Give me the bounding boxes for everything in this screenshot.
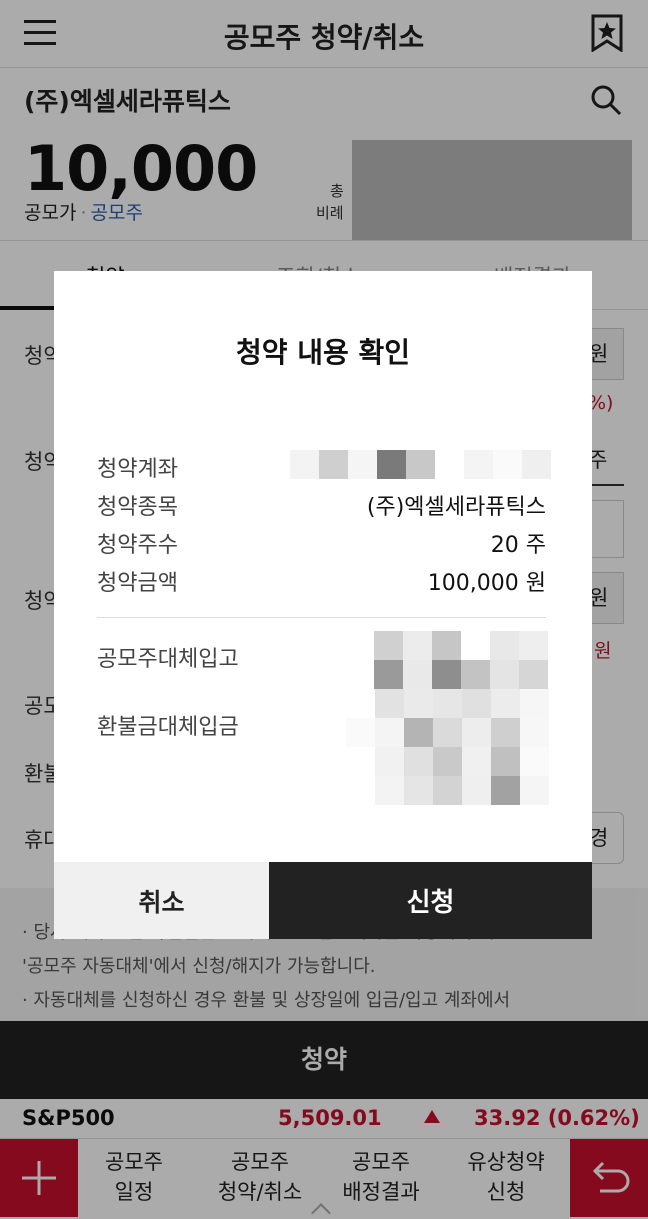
masked-refund-account xyxy=(346,689,549,805)
masked-account-number xyxy=(290,450,551,479)
dialog-title: 청약 내용 확인 xyxy=(235,336,411,369)
stock-label: 청약종목 xyxy=(97,495,178,520)
masked-transfer-account xyxy=(374,631,548,689)
divider xyxy=(97,617,546,618)
shares-label: 청약주수 xyxy=(97,533,178,558)
shares-value: 20 주 xyxy=(490,533,546,558)
account-label: 청약계좌 xyxy=(97,457,178,482)
share-transfer-label: 공모주대체입고 xyxy=(97,647,239,672)
confirm-dialog: 청약 내용 확인 청약계좌 청약종목 (주)엑셀세라퓨틱스 청약주수 20 주 … xyxy=(54,271,592,939)
apply-button[interactable]: 신청 xyxy=(269,862,592,939)
refund-transfer-label: 환불금대체입금 xyxy=(97,715,239,740)
amount-value: 100,000 원 xyxy=(427,571,546,596)
stock-value: (주)엑셀세라퓨틱스 xyxy=(366,495,546,520)
cancel-button[interactable]: 취소 xyxy=(54,862,269,939)
amount-label: 청약금액 xyxy=(97,571,178,596)
